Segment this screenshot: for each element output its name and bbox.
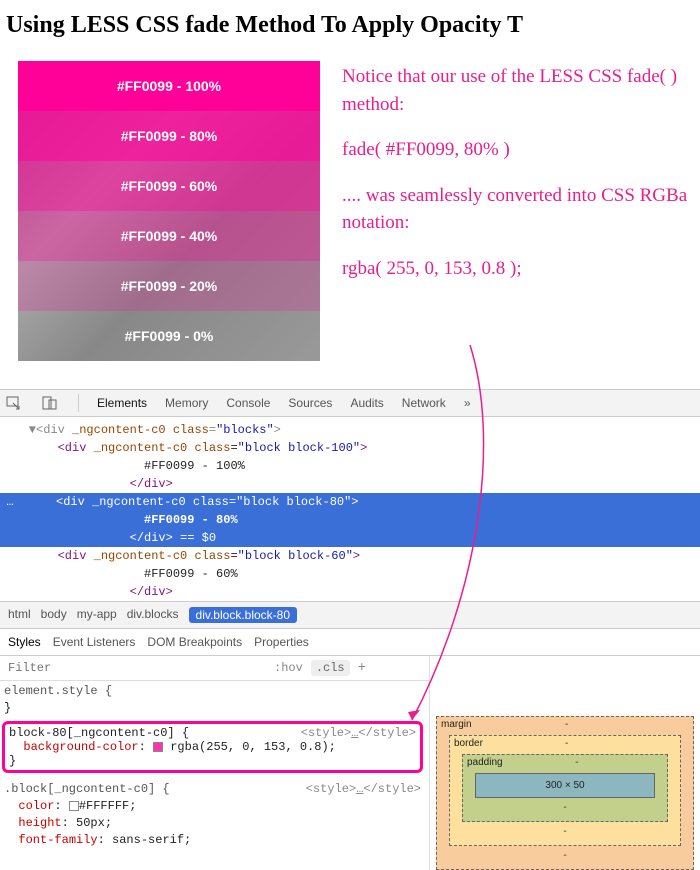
note-line: rgba( 255, 0, 153, 0.8 ); <box>342 255 700 283</box>
tab-console[interactable]: Console <box>226 396 270 410</box>
dom-node[interactable]: ▼<div _ngcontent-c0 class="blocks"> <box>0 421 700 439</box>
page-title: Using LESS CSS fade Method To Apply Opac… <box>6 12 700 39</box>
devtools-tabs: Elements Memory Console Sources Audits N… <box>0 389 700 417</box>
note-line: .... was seamlessly converted into CSS R… <box>342 182 700 237</box>
inspect-icon[interactable] <box>6 396 24 410</box>
swatch-60: #FF0099 - 60% <box>18 161 320 211</box>
tab-audits[interactable]: Audits <box>350 396 383 410</box>
crumb-selected[interactable]: div.block.block-80 <box>189 607 298 623</box>
dom-close[interactable]: </div> <box>0 475 700 493</box>
annotation: Notice that our use of the LESS CSS fade… <box>342 61 700 361</box>
crumb-blocks[interactable]: div.blocks <box>127 607 179 623</box>
swatch-100: #FF0099 - 100% <box>18 61 320 111</box>
dom-close[interactable]: </div> <box>0 583 700 601</box>
dom-node[interactable]: <div _ngcontent-c0 class="block block-60… <box>0 547 700 565</box>
source-link[interactable]: <style>…</style> <box>301 726 416 740</box>
swatch-80: #FF0099 - 80% <box>18 111 320 161</box>
device-icon[interactable] <box>42 396 60 410</box>
tab-dom-breakpoints[interactable]: DOM Breakpoints <box>147 635 242 649</box>
tab-event-listeners[interactable]: Event Listeners <box>53 635 136 649</box>
box-content[interactable]: 300 × 50 <box>475 773 655 798</box>
swatch-0: #FF0099 - 0% <box>18 311 320 361</box>
dom-text[interactable]: #FF0099 - 100% <box>0 457 700 475</box>
box-border[interactable]: border- padding- 300 × 50 - - <box>449 735 681 846</box>
tab-sources[interactable]: Sources <box>288 396 332 410</box>
dom-text[interactable]: #FF0099 - 60% <box>0 565 700 583</box>
dom-tree[interactable]: ▼<div _ngcontent-c0 class="blocks"> <div… <box>0 417 700 601</box>
swatch-40: #FF0099 - 40% <box>18 211 320 261</box>
dom-node-selected[interactable]: … <div _ngcontent-c0 class="block block-… <box>0 493 700 547</box>
crumb-myapp[interactable]: my-app <box>77 607 117 623</box>
note-line: fade( #FF0099, 80% ) <box>342 136 700 164</box>
crumb-html[interactable]: html <box>8 607 31 623</box>
box-margin[interactable]: margin- border- padding- 300 × 50 - - - <box>436 716 694 870</box>
crumb-body[interactable]: body <box>41 607 67 623</box>
tab-memory[interactable]: Memory <box>165 396 208 410</box>
dom-node[interactable]: <div _ngcontent-c0 class="block block-10… <box>0 439 700 457</box>
tab-elements[interactable]: Elements <box>97 396 147 410</box>
tab-network[interactable]: Network <box>402 396 446 410</box>
add-rule-icon[interactable]: + <box>358 660 366 676</box>
divider <box>78 394 79 412</box>
cls-toggle[interactable]: .cls <box>311 660 350 676</box>
css-rule[interactable]: <style>…</style> .block[_ngcontent-c0] {… <box>0 779 429 851</box>
breadcrumb: html body my-app div.blocks div.block.bl… <box>0 601 700 629</box>
color-swatch-icon[interactable] <box>153 742 163 752</box>
box-padding[interactable]: padding- 300 × 50 - <box>462 754 668 822</box>
color-swatch-icon[interactable] <box>69 801 79 811</box>
tab-properties[interactable]: Properties <box>254 635 309 649</box>
styles-filter-input[interactable] <box>6 660 266 676</box>
swatch-20: #FF0099 - 20% <box>18 261 320 311</box>
source-link[interactable]: <style>…</style> <box>306 781 421 798</box>
devtools-panel: Elements Memory Console Sources Audits N… <box>0 389 700 870</box>
tabs-overflow-icon[interactable]: » <box>464 396 471 410</box>
hov-toggle[interactable]: :hov <box>274 661 303 675</box>
styles-pane: :hov .cls + element.style { } <style>…</… <box>0 656 430 870</box>
note-line: Notice that our use of the LESS CSS fade… <box>342 63 700 118</box>
styles-tabs: Styles Event Listeners DOM Breakpoints P… <box>0 629 700 656</box>
tab-styles[interactable]: Styles <box>8 635 41 649</box>
box-model-pane: margin- border- padding- 300 × 50 - - - <box>430 656 700 870</box>
css-rule[interactable]: element.style { } <box>0 681 429 719</box>
swatches: #FF0099 - 100% #FF0099 - 80% #FF0099 - 6… <box>18 61 320 361</box>
css-rule-highlighted[interactable]: <style>…</style> block-80[_ngcontent-c0]… <box>2 721 423 773</box>
